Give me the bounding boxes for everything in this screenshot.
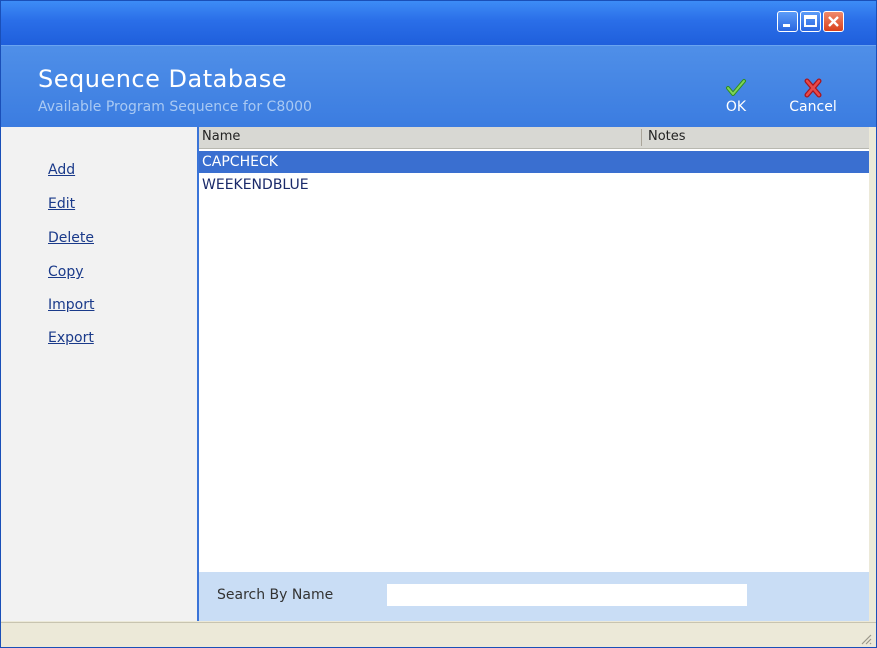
right-edge bbox=[869, 127, 876, 621]
maximize-button[interactable] bbox=[800, 11, 821, 32]
row-name-cell: CAPCHECK bbox=[202, 154, 278, 170]
ok-label: OK bbox=[725, 99, 747, 115]
resize-grip-icon[interactable] bbox=[860, 633, 872, 645]
table-row[interactable]: WEEKENDBLUE bbox=[199, 174, 869, 196]
cancel-button[interactable]: Cancel bbox=[783, 78, 843, 115]
close-button[interactable] bbox=[823, 11, 844, 32]
sidebar-item-edit[interactable]: Edit bbox=[48, 196, 75, 212]
checkmark-icon bbox=[726, 79, 746, 96]
column-header-notes[interactable]: Notes bbox=[648, 129, 686, 144]
close-icon bbox=[828, 16, 839, 27]
cancel-label: Cancel bbox=[789, 99, 837, 115]
dialog-header: Sequence Database Available Program Sequ… bbox=[1, 45, 876, 128]
minimize-button[interactable] bbox=[777, 11, 798, 32]
sidebar-item-export[interactable]: Export bbox=[48, 330, 94, 346]
x-mark-icon bbox=[804, 78, 822, 98]
sequence-database-window: Sequence Database Available Program Sequ… bbox=[0, 0, 877, 648]
sidebar: Add Edit Delete Copy Import Export bbox=[1, 127, 199, 621]
sidebar-item-copy[interactable]: Copy bbox=[48, 264, 84, 280]
column-header-name[interactable]: Name bbox=[202, 129, 240, 144]
search-panel: Search By Name bbox=[199, 572, 869, 621]
title-bar[interactable] bbox=[1, 1, 876, 45]
page-subtitle: Available Program Sequence for C8000 bbox=[38, 99, 312, 115]
page-title: Sequence Database bbox=[38, 65, 288, 93]
sidebar-item-import[interactable]: Import bbox=[48, 297, 94, 313]
ok-button[interactable]: OK bbox=[719, 78, 753, 115]
search-input[interactable] bbox=[387, 584, 747, 606]
search-label: Search By Name bbox=[217, 587, 334, 603]
sidebar-item-delete[interactable]: Delete bbox=[48, 230, 94, 246]
table-header: Name Notes bbox=[199, 127, 869, 149]
status-bar bbox=[1, 622, 876, 647]
column-divider[interactable] bbox=[641, 129, 642, 146]
row-name-cell: WEEKENDBLUE bbox=[202, 177, 309, 193]
table-row[interactable]: CAPCHECK bbox=[199, 151, 869, 173]
maximize-icon bbox=[804, 15, 817, 27]
minimize-icon bbox=[783, 24, 790, 27]
sequence-list-panel: Name Notes CAPCHECK WEEKENDBLUE Search B… bbox=[199, 127, 869, 621]
sidebar-item-add[interactable]: Add bbox=[48, 162, 75, 178]
